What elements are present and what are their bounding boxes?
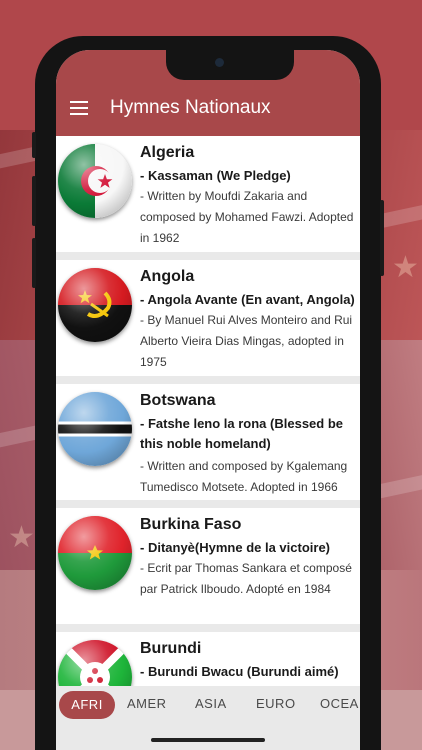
algeria-flag-icon [58, 144, 132, 218]
tab-amer[interactable]: AMER [127, 696, 167, 711]
country-name: Algeria [140, 144, 195, 161]
list-item-burkina-faso[interactable]: Burkina Faso - Ditanyè(Hymne de la victo… [56, 508, 360, 624]
anthem-list[interactable]: Algeria - Kassaman (We Pledge) - Written… [56, 136, 360, 686]
anthem-description: - Ecrit par Thomas Sankara et composé pa… [140, 561, 352, 596]
anthem-title: - Ditanyè(Hymne de la victoire) [140, 540, 330, 555]
hamburger-menu-icon[interactable] [70, 101, 88, 115]
list-item-burundi[interactable]: Burundi - Burundi Bwacu (Burundi aimé) [56, 632, 360, 686]
country-name: Botswana [140, 392, 216, 409]
country-name: Burundi [140, 640, 202, 657]
anthem-title: - Kassaman (We Pledge) [140, 168, 291, 183]
anthem-title: - Angola Avante (En avant, Angola) [140, 292, 355, 307]
country-name: Angola [140, 268, 195, 285]
burundi-flag-icon [58, 640, 132, 686]
tab-afri[interactable]: AFRI [59, 691, 115, 719]
region-tab-bar: AFRI AMER ASIA EURO OCEA [56, 686, 360, 726]
list-item-algeria[interactable]: Algeria - Kassaman (We Pledge) - Written… [56, 136, 360, 252]
app-title: Hymnes Nationaux [110, 97, 271, 118]
home-indicator [151, 738, 265, 742]
country-name: Burkina Faso [140, 516, 242, 533]
tab-euro[interactable]: EURO [256, 696, 296, 711]
botswana-flag-icon [58, 392, 132, 466]
angola-flag-icon [58, 268, 132, 342]
camera-notch [166, 50, 294, 80]
tab-ocea[interactable]: OCEA [320, 696, 359, 711]
anthem-title: - Fatshe leno la rona (Blessed be this n… [140, 416, 343, 451]
anthem-description: - Written by Moufdi Zakaria and composed… [140, 189, 354, 245]
anthem-description: - Written and composed by Kgalemang Tume… [140, 459, 348, 494]
anthem-title: - Burundi Bwacu (Burundi aimé) [140, 664, 339, 679]
app-screen: Hymnes Nationaux Algeria - Kassaman (We … [56, 50, 360, 750]
list-item-angola[interactable]: Angola - Angola Avante (En avant, Angola… [56, 260, 360, 376]
burkina-faso-flag-icon [58, 516, 132, 590]
tab-asia[interactable]: ASIA [195, 696, 227, 711]
phone-frame: Hymnes Nationaux Algeria - Kassaman (We … [32, 36, 384, 750]
anthem-description: - By Manuel Rui Alves Monteiro and Rui A… [140, 313, 353, 369]
list-item-botswana[interactable]: Botswana - Fatshe leno la rona (Blessed … [56, 384, 360, 500]
